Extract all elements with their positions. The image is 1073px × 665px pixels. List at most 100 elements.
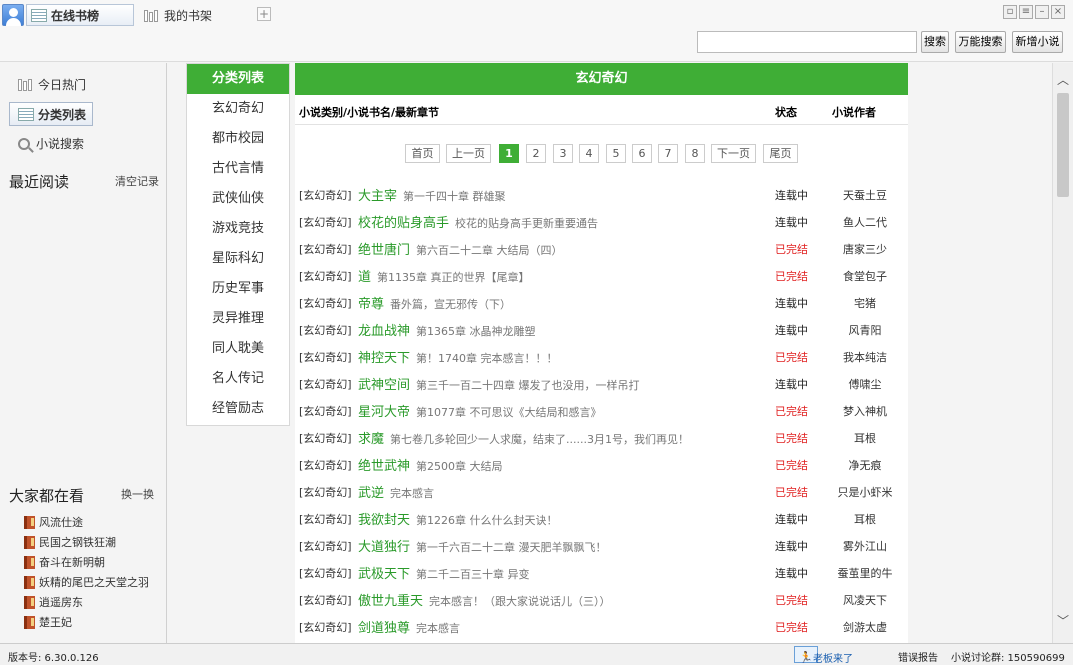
- tab-my-bookshelf[interactable]: 我的书架: [140, 4, 240, 26]
- last-page-button[interactable]: 尾页: [763, 144, 798, 163]
- novel-title-link[interactable]: 绝世武神: [358, 459, 410, 474]
- latest-chapter-link[interactable]: 完本感言: [390, 487, 434, 500]
- latest-chapter-link[interactable]: 第1077章 不可思议《大结局和感言》: [416, 406, 602, 419]
- table-row[interactable]: [玄幻奇幻] 星河大帝 第1077章 不可思议《大结局和感言》 已完结 梦入神机: [295, 396, 908, 423]
- novel-title-link[interactable]: 校花的贴身高手: [358, 216, 449, 231]
- clear-history-link[interactable]: 清空记录: [115, 173, 159, 189]
- novel-title-link[interactable]: 武神空间: [358, 378, 410, 393]
- author-name[interactable]: 风青阳: [825, 322, 905, 338]
- novel-title-link[interactable]: 帝尊: [358, 297, 384, 312]
- novel-title-link[interactable]: 武极天下: [358, 567, 410, 582]
- table-row[interactable]: [玄幻奇幻] 校花的贴身高手 校花的贴身高手更新重要通告 连载中 鱼人二代: [295, 207, 908, 234]
- next-page-button[interactable]: 下一页: [711, 144, 756, 163]
- author-name[interactable]: 剑游太虚: [825, 619, 905, 635]
- latest-chapter-link[interactable]: 第三千一百二十四章 爆发了也没用，一样吊打: [416, 379, 640, 392]
- novel-title-link[interactable]: 我欲封天: [358, 513, 410, 528]
- latest-chapter-link[interactable]: 完本感言！（跟大家说说话儿（三））: [429, 595, 611, 608]
- scroll-down-icon[interactable]: ﹀: [1056, 614, 1070, 628]
- list-item[interactable]: 民国之钢铁狂潮: [24, 532, 164, 552]
- author-name[interactable]: 宅猪: [825, 295, 905, 311]
- table-row[interactable]: [玄幻奇幻] 大主宰 第一千四十章 群雄聚 连载中 天蚕土豆: [295, 180, 908, 207]
- minimize-icon[interactable]: –: [1035, 5, 1049, 19]
- universal-search-button[interactable]: 万能搜索: [955, 31, 1006, 53]
- list-item[interactable]: 逍遥房东: [24, 592, 164, 612]
- table-row[interactable]: [玄幻奇幻] 武逆 完本感言 已完结 只是小虾米: [295, 477, 908, 504]
- category-item[interactable]: 都市校园: [187, 124, 289, 154]
- category-item[interactable]: 古代言情: [187, 154, 289, 184]
- page-button[interactable]: 6: [632, 144, 652, 163]
- category-item[interactable]: 历史军事: [187, 274, 289, 304]
- latest-chapter-link[interactable]: 第一千六百二十二章 漫天肥羊飘飘飞！: [416, 541, 607, 554]
- add-tab-button[interactable]: +: [257, 7, 271, 21]
- novel-title-link[interactable]: 大主宰: [358, 189, 397, 204]
- novel-title-link[interactable]: 大道独行: [358, 540, 410, 555]
- latest-chapter-link[interactable]: 第！1740章 完本感言！！！: [416, 352, 558, 365]
- category-item[interactable]: 游戏竞技: [187, 214, 289, 244]
- table-row[interactable]: [玄幻奇幻] 绝世唐门 第六百二十二章 大结局（四） 已完结 唐家三少: [295, 234, 908, 261]
- novel-title-link[interactable]: 道: [358, 270, 371, 285]
- novel-title-link[interactable]: 傲世九重天: [358, 594, 423, 609]
- list-item[interactable]: 妖精的尾巴之天堂之羽: [24, 572, 164, 592]
- author-name[interactable]: 雾外江山: [825, 538, 905, 554]
- table-row[interactable]: [玄幻奇幻] 武极天下 第二千二百三十章 异变 连载中 蚕茧里的牛: [295, 558, 908, 585]
- skin-icon[interactable]: ▫: [1003, 5, 1017, 19]
- sidebar-item-today-hot[interactable]: 今日热门: [18, 76, 86, 93]
- table-row[interactable]: [玄幻奇幻] 大道独行 第一千六百二十二章 漫天肥羊飘飘飞！ 连载中 雾外江山: [295, 531, 908, 558]
- novel-title-link[interactable]: 求魔: [358, 432, 384, 447]
- boss-key-button[interactable]: 🏃 老板来了CTRL+H: [794, 646, 853, 665]
- close-icon[interactable]: ×: [1051, 5, 1065, 19]
- table-row[interactable]: [玄幻奇幻] 道第1135章 真正的世界【尾章】 已完结 食堂包子: [295, 261, 908, 288]
- latest-chapter-link[interactable]: 校花的贴身高手更新重要通告: [455, 217, 598, 230]
- error-report-link[interactable]: 错误报告: [898, 649, 938, 664]
- table-row[interactable]: [玄幻奇幻] 剑道独尊 完本感言 已完结 剑游太虚: [295, 612, 908, 639]
- author-name[interactable]: 鱼人二代: [825, 214, 905, 230]
- page-button[interactable]: 5: [606, 144, 626, 163]
- page-button[interactable]: 8: [685, 144, 705, 163]
- novel-title-link[interactable]: 武逆: [358, 486, 384, 501]
- category-item[interactable]: 灵异推理: [187, 304, 289, 334]
- category-item[interactable]: 名人传记: [187, 364, 289, 394]
- search-button[interactable]: 搜索: [921, 31, 949, 53]
- sidebar-item-category-list[interactable]: 分类列表: [9, 102, 93, 126]
- table-row[interactable]: [玄幻奇幻] 龙血战神 第1365章 冰晶神龙雕塑 连载中 风青阳: [295, 315, 908, 342]
- table-row[interactable]: [玄幻奇幻] 神控天下 第！1740章 完本感言！！！ 已完结 我本纯洁: [295, 342, 908, 369]
- table-row[interactable]: [玄幻奇幻] 绝世武神 第2500章 大结局 已完结 净无痕: [295, 450, 908, 477]
- scroll-thumb[interactable]: [1057, 93, 1069, 197]
- author-name[interactable]: 梦入神机: [825, 403, 905, 419]
- list-item[interactable]: 风流仕途: [24, 512, 164, 532]
- page-button[interactable]: 4: [579, 144, 599, 163]
- latest-chapter-link[interactable]: 番外篇，宣无邪传（下）: [390, 298, 511, 311]
- table-row[interactable]: [玄幻奇幻] 帝尊 番外篇，宣无邪传（下） 连载中 宅猪: [295, 288, 908, 315]
- author-name[interactable]: 我本纯洁: [825, 349, 905, 365]
- latest-chapter-link[interactable]: 第1365章 冰晶神龙雕塑: [416, 325, 536, 338]
- latest-chapter-link[interactable]: 完本感言: [416, 622, 460, 635]
- author-name[interactable]: 风凌天下: [825, 592, 905, 608]
- table-row[interactable]: [玄幻奇幻] 武神空间 第三千一百二十四章 爆发了也没用，一样吊打 连载中 傅啸尘: [295, 369, 908, 396]
- category-item[interactable]: 星际科幻: [187, 244, 289, 274]
- list-item[interactable]: 楚王妃: [24, 612, 164, 632]
- novel-title-link[interactable]: 神控天下: [358, 351, 410, 366]
- latest-chapter-link[interactable]: 第六百二十二章 大结局（四）: [416, 244, 563, 257]
- page-button[interactable]: 2: [526, 144, 546, 163]
- novel-title-link[interactable]: 龙血战神: [358, 324, 410, 339]
- novel-title-link[interactable]: 绝世唐门: [358, 243, 410, 258]
- author-name[interactable]: 耳根: [825, 430, 905, 446]
- author-name[interactable]: 耳根: [825, 511, 905, 527]
- category-item[interactable]: 玄幻奇幻: [187, 94, 289, 124]
- list-item[interactable]: 奋斗在新明朝: [24, 552, 164, 572]
- latest-chapter-link[interactable]: 第1135章 真正的世界【尾章】: [377, 271, 530, 284]
- author-name[interactable]: 蚕茧里的牛: [825, 565, 905, 581]
- author-name[interactable]: 食堂包子: [825, 268, 905, 284]
- author-name[interactable]: 傅啸尘: [825, 376, 905, 392]
- latest-chapter-link[interactable]: 第一千四十章 群雄聚: [403, 190, 506, 203]
- author-name[interactable]: 只是小虾米: [825, 484, 905, 500]
- category-item[interactable]: 经管励志: [187, 394, 289, 424]
- novel-title-link[interactable]: 星河大帝: [358, 405, 410, 420]
- user-avatar-icon[interactable]: [2, 4, 24, 26]
- latest-chapter-link[interactable]: 第2500章 大结局: [416, 460, 503, 473]
- page-button[interactable]: 7: [658, 144, 678, 163]
- first-page-button[interactable]: 首页: [405, 144, 440, 163]
- vertical-scrollbar[interactable]: ︿ ﹀: [1052, 63, 1073, 643]
- table-row[interactable]: [玄幻奇幻] 求魔 第七卷几多轮回少一人求魔，结束了......3月1号，我们再见！…: [295, 423, 908, 450]
- novel-title-link[interactable]: 剑道独尊: [358, 621, 410, 636]
